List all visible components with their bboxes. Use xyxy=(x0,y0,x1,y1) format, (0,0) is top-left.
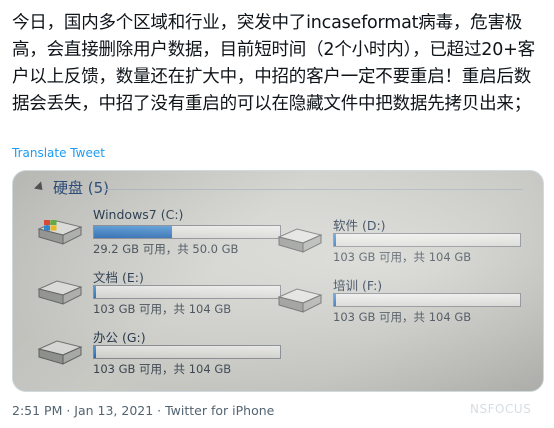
drive-name: 文档 (E:) xyxy=(93,270,144,285)
drive-usage-fill xyxy=(94,286,96,298)
collapse-arrow-icon[interactable] xyxy=(33,181,47,194)
drive-space: 29.2 GB 可用，共 50.0 GB xyxy=(93,242,239,256)
drive-space: 103 GB 可用，共 104 GB xyxy=(333,250,472,264)
section-label: 硬盘 (5) xyxy=(53,179,110,197)
drive-usage-bar xyxy=(333,233,521,247)
drive-name: 软件 (D:) xyxy=(333,218,386,233)
drive-usage-bar xyxy=(93,285,281,299)
tweet-photo[interactable]: 硬盘 (5) Windows7 (C:) 29.2 GB 可用，共 50.0 G… xyxy=(12,170,544,392)
hard-drive-icon xyxy=(37,280,83,305)
hard-drive-icon xyxy=(37,340,83,365)
section-divider xyxy=(103,189,523,190)
watermark: NSFOCUS xyxy=(470,402,532,416)
hard-drive-icon xyxy=(277,288,323,313)
translate-tweet-link[interactable]: Translate Tweet xyxy=(12,146,105,160)
drive-name: 办公 (G:) xyxy=(93,330,146,345)
windows-drive-icon xyxy=(37,220,83,245)
tweet-timestamp[interactable]: 2:51 PM · Jan 13, 2021 · Twitter for iPh… xyxy=(12,403,274,418)
drive-space: 103 GB 可用，共 104 GB xyxy=(93,362,232,376)
drive-name: Windows7 (C:) xyxy=(93,207,184,222)
drive-name: 培训 (F:) xyxy=(333,278,383,293)
hard-drive-icon xyxy=(277,228,323,253)
drive-space: 103 GB 可用，共 104 GB xyxy=(333,310,472,324)
drive-usage-fill xyxy=(334,294,336,306)
tweet-text: 今日，国内多个区域和行业，突发中了incaseformat病毒，危害极高，会直接… xyxy=(12,13,535,114)
drive-usage-fill xyxy=(94,226,173,238)
drive-usage-fill xyxy=(334,234,336,246)
section-header[interactable]: 硬盘 (5) xyxy=(33,177,110,198)
drive-usage-bar xyxy=(93,225,281,239)
drive-usage-bar xyxy=(93,345,281,359)
drive-space: 103 GB 可用，共 104 GB xyxy=(93,302,232,316)
drive-usage-bar xyxy=(333,293,521,307)
drive-usage-fill xyxy=(94,346,96,358)
